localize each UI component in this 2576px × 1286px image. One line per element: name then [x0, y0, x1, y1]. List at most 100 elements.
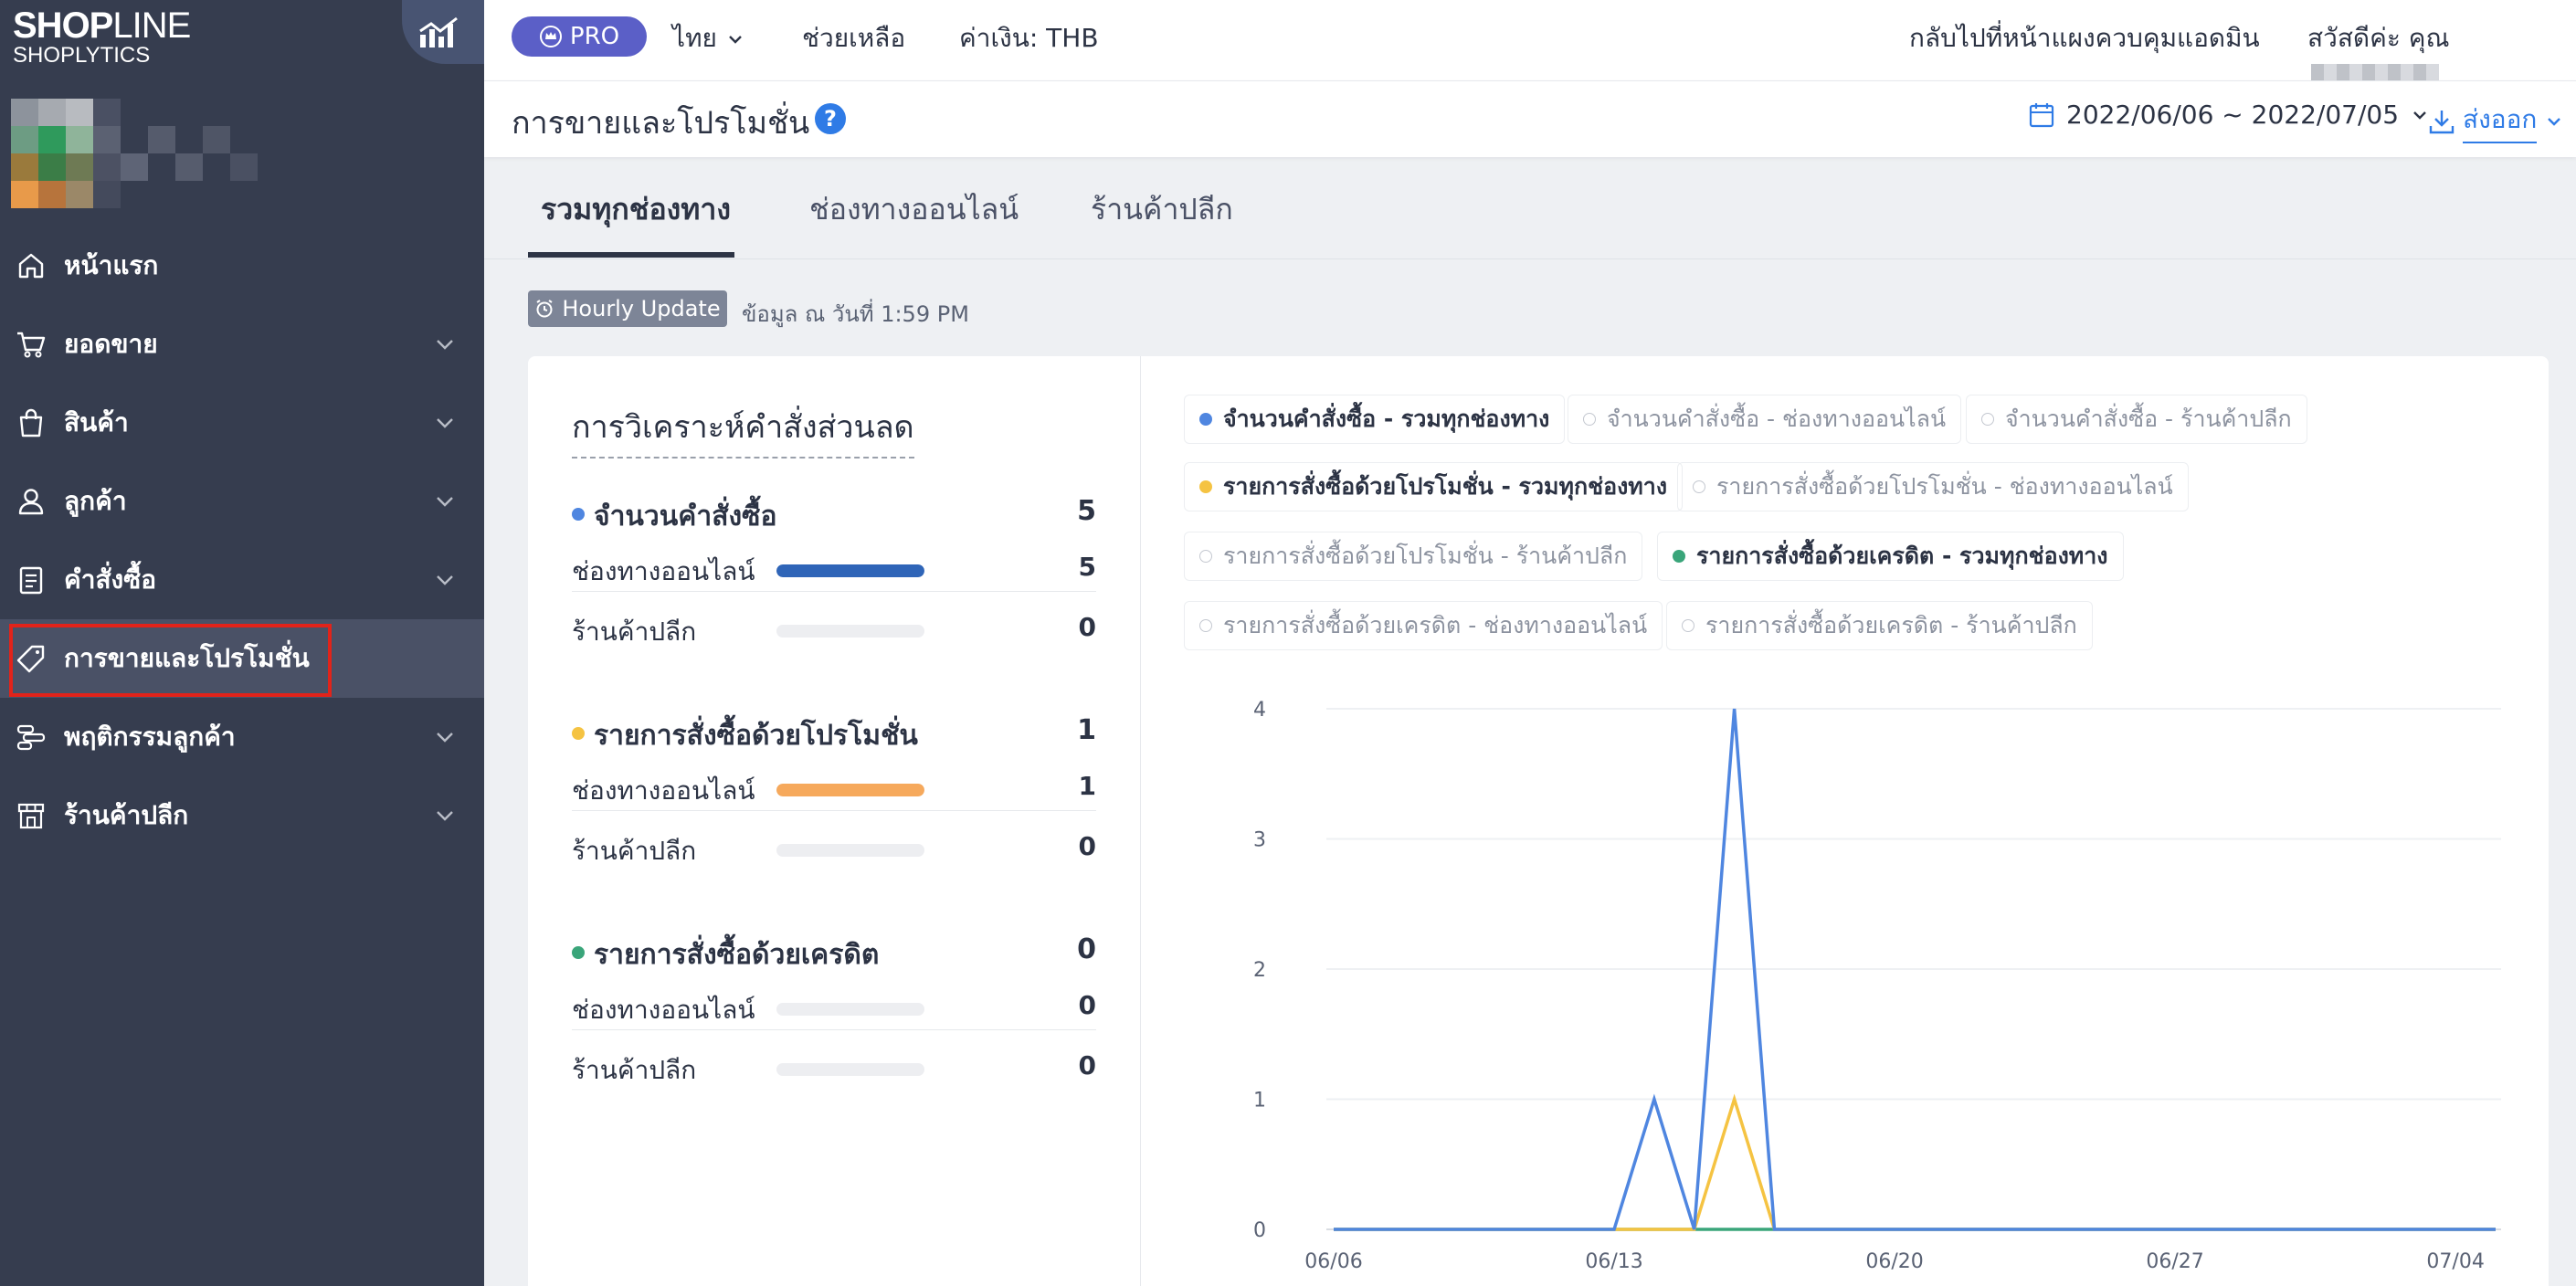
- legend-label: จำนวนคำสั่งซื้อ - ช่องทางออนไลน์: [1607, 406, 1947, 432]
- channel-row: ช่องทางออนไลน์ 0: [572, 970, 1096, 1030]
- date-range-picker[interactable]: 2022/06/06 ~ 2022/07/05: [2028, 100, 2430, 130]
- summary-group-credit-orders: รายการสั่งซื้อด้วยเครดิต 0 ช่องทางออนไลน…: [572, 933, 1096, 1091]
- page-header: การขายและโปรโมชั่น ? 2022/06/06 ~ 2022/0…: [484, 80, 2576, 157]
- export-label: ส่งออก: [2463, 100, 2538, 143]
- sidebar-toggle[interactable]: [402, 0, 484, 64]
- tab-all-channels[interactable]: รวมทุกช่องทาง: [541, 186, 731, 233]
- chevron-down-icon: [2413, 111, 2426, 120]
- chevron-down-icon[interactable]: [431, 409, 459, 437]
- sidebar-item-label: ยอดขาย: [64, 329, 158, 359]
- user-icon: [15, 485, 48, 518]
- channel-value: 0: [1078, 612, 1096, 642]
- user-greeting[interactable]: สวัสดีค่ะ คุณ: [2307, 18, 2576, 89]
- pro-badge[interactable]: PRO: [512, 16, 647, 57]
- legend-dot: [1583, 413, 1596, 426]
- language-selector[interactable]: ไทย: [672, 18, 745, 58]
- channel-row: ร้านค้าปลีก 0: [572, 811, 1096, 871]
- tab-retail-store[interactable]: ร้านค้าปลีก: [1091, 186, 1233, 233]
- export-button[interactable]: ส่งออก: [2428, 100, 2564, 143]
- legend-dot: [1199, 619, 1212, 632]
- logo-subtitle: SHOPLYTICS: [13, 43, 151, 68]
- sidebar-item-customer-behavior[interactable]: พฤติกรรมลูกค้า: [0, 698, 484, 776]
- back-to-admin-link[interactable]: กลับไปที่หน้าแผงควบคุมแอดมิน: [1909, 18, 2260, 58]
- y-tick-label: 4: [1253, 699, 1266, 722]
- legend-label: รายการสั่งซื้อด้วยเครดิต - ช่องทางออนไลน…: [1223, 612, 1648, 638]
- data-timestamp: ข้อมูล ณ วันที่ 1:59 PM: [742, 301, 969, 327]
- chevron-down-icon: [2548, 118, 2561, 126]
- sidebar-item-sales-promotions[interactable]: การขายและโปรโมชั่น: [0, 619, 484, 698]
- active-tab-indicator: [528, 252, 734, 258]
- sidebar-item-label: คำสั่งซื้อ: [64, 564, 157, 595]
- line-chart: 0 1 2 3 4 06/06 06/13 06/20 06/27 07/04: [1253, 699, 2501, 1273]
- x-tick-label: 06/27: [2146, 1250, 2203, 1273]
- greeting-text: สวัสดีค่ะ คุณ: [2307, 23, 2450, 53]
- legend-label: รายการสั่งซื้อด้วยโปรโมชั่น - ร้านค้าปลี…: [1223, 543, 1628, 569]
- x-tick-label: 06/13: [1585, 1250, 1642, 1273]
- chevron-down-icon[interactable]: [431, 566, 459, 594]
- legend-item[interactable]: รายการสั่งซื้อด้วยเครดิต - ช่องทางออนไลน…: [1184, 601, 1663, 650]
- chevron-down-icon[interactable]: [431, 802, 459, 829]
- sidebar-item-sales[interactable]: ยอดขาย: [0, 305, 484, 384]
- behavior-icon: [15, 721, 48, 754]
- chevron-down-icon[interactable]: [431, 488, 459, 515]
- sidebar: SHOPLINE SHOPLYTICS หน้าแรก ยอดขาย สินค้…: [0, 0, 484, 1286]
- sidebar-item-retail-store[interactable]: ร้านค้าปลีก: [0, 776, 484, 855]
- series-dot: [572, 946, 585, 959]
- legend-item[interactable]: จำนวนคำสั่งซื้อ - ช่องทางออนไลน์: [1568, 395, 1962, 444]
- group-header: จำนวนคำสั่งซื้อ 5: [572, 495, 1096, 532]
- page-title: การขายและโปรโมชั่น: [512, 105, 810, 142]
- sidebar-item-orders[interactable]: คำสั่งซื้อ: [0, 541, 484, 619]
- legend-label: รายการสั่งซื้อด้วยเครดิต - รวมทุกช่องทาง: [1696, 543, 2108, 569]
- legend-item[interactable]: จำนวนคำสั่งซื้อ - ร้านค้าปลีก: [1966, 395, 2307, 444]
- legend-label: รายการสั่งซื้อด้วยโปรโมชั่น - ช่องทางออน…: [1716, 473, 2173, 500]
- legend-item[interactable]: รายการสั่งซื้อด้วยโปรโมชั่น - รวมทุกช่อง…: [1184, 462, 1684, 511]
- hourly-update-label: Hourly Update: [562, 296, 721, 322]
- channel-row: ช่องทางออนไลน์ 1: [572, 751, 1096, 811]
- channel-label: ช่องทางออนไลน์: [572, 556, 755, 586]
- progress-bar: [776, 564, 924, 577]
- language-label: ไทย: [672, 23, 717, 53]
- sidebar-item-label: พฤติกรรมลูกค้า: [64, 722, 236, 752]
- group-header: รายการสั่งซื้อด้วยเครดิต 0: [572, 933, 1096, 971]
- legend-dot: [1199, 480, 1212, 493]
- legend-item[interactable]: รายการสั่งซื้อด้วยโปรโมชั่น - ช่องทางออน…: [1677, 462, 2189, 511]
- card-divider: [1140, 356, 1141, 1286]
- shopline-logo[interactable]: SHOPLINE SHOPLYTICS: [13, 5, 191, 68]
- legend-dot: [1693, 480, 1705, 493]
- legend-item[interactable]: จำนวนคำสั่งซื้อ - รวมทุกช่องทาง: [1184, 395, 1566, 444]
- legend-label: จำนวนคำสั่งซื้อ - ร้านค้าปลีก: [2005, 406, 2292, 432]
- chevron-down-icon[interactable]: [431, 331, 459, 358]
- legend-label: รายการสั่งซื้อด้วยเครดิต - ร้านค้าปลีก: [1705, 612, 2077, 638]
- legend-item[interactable]: รายการสั่งซื้อด้วยโปรโมชั่น - ร้านค้าปลี…: [1184, 532, 1643, 581]
- logo-text-light: LINE: [112, 5, 191, 46]
- channel-label: ช่องทางออนไลน์: [572, 995, 755, 1025]
- download-icon: [2429, 111, 2455, 134]
- x-tick-label: 06/20: [1865, 1250, 1923, 1273]
- tab-online-channel[interactable]: ช่องทางออนไลน์: [809, 186, 1019, 233]
- top-bar: PRO ไทย ช่วยเหลือ ค่าเงิน: THB กลับไปที่…: [484, 0, 2576, 86]
- legend-item[interactable]: รายการสั่งซื้อด้วยเครดิต - รวมทุกช่องทาง: [1657, 532, 2124, 581]
- channel-value: 0: [1078, 831, 1096, 861]
- group-header: รายการสั่งซื้อด้วยโปรโมชั่น 1: [572, 714, 1096, 752]
- progress-fill: [776, 564, 924, 577]
- sidebar-item-label: หน้าแรก: [64, 250, 159, 280]
- legend-item[interactable]: รายการสั่งซื้อด้วยเครดิต - ร้านค้าปลีก: [1666, 601, 2093, 650]
- chevron-down-icon[interactable]: [431, 723, 459, 751]
- progress-bar: [776, 844, 924, 857]
- section-title[interactable]: การวิเคราะห์คำสั่งส่วนลด: [572, 402, 914, 459]
- sidebar-item-customers[interactable]: ลูกค้า: [0, 462, 484, 541]
- channel-value: 0: [1078, 1050, 1096, 1080]
- group-value: 5: [1077, 495, 1096, 527]
- progress-bar: [776, 784, 924, 796]
- help-icon[interactable]: ?: [813, 101, 848, 136]
- channel-label: ร้านค้าปลีก: [572, 836, 697, 866]
- sidebar-item-home[interactable]: หน้าแรก: [0, 227, 484, 305]
- channel-row: ร้านค้าปลีก 0: [572, 1030, 1096, 1091]
- x-tick-label: 07/04: [2426, 1250, 2484, 1273]
- hourly-update-badge: Hourly Update: [528, 290, 727, 327]
- legend-label: รายการสั่งซื้อด้วยโปรโมชั่น - รวมทุกช่อง…: [1223, 473, 1668, 500]
- channel-tabs: รวมทุกช่องทาง ช่องทางออนไลน์ ร้านค้าปลีก: [484, 157, 2576, 259]
- sidebar-item-products[interactable]: สินค้า: [0, 384, 484, 462]
- help-link[interactable]: ช่วยเหลือ: [802, 18, 905, 58]
- sidebar-item-label: ร้านค้าปลีก: [64, 800, 189, 830]
